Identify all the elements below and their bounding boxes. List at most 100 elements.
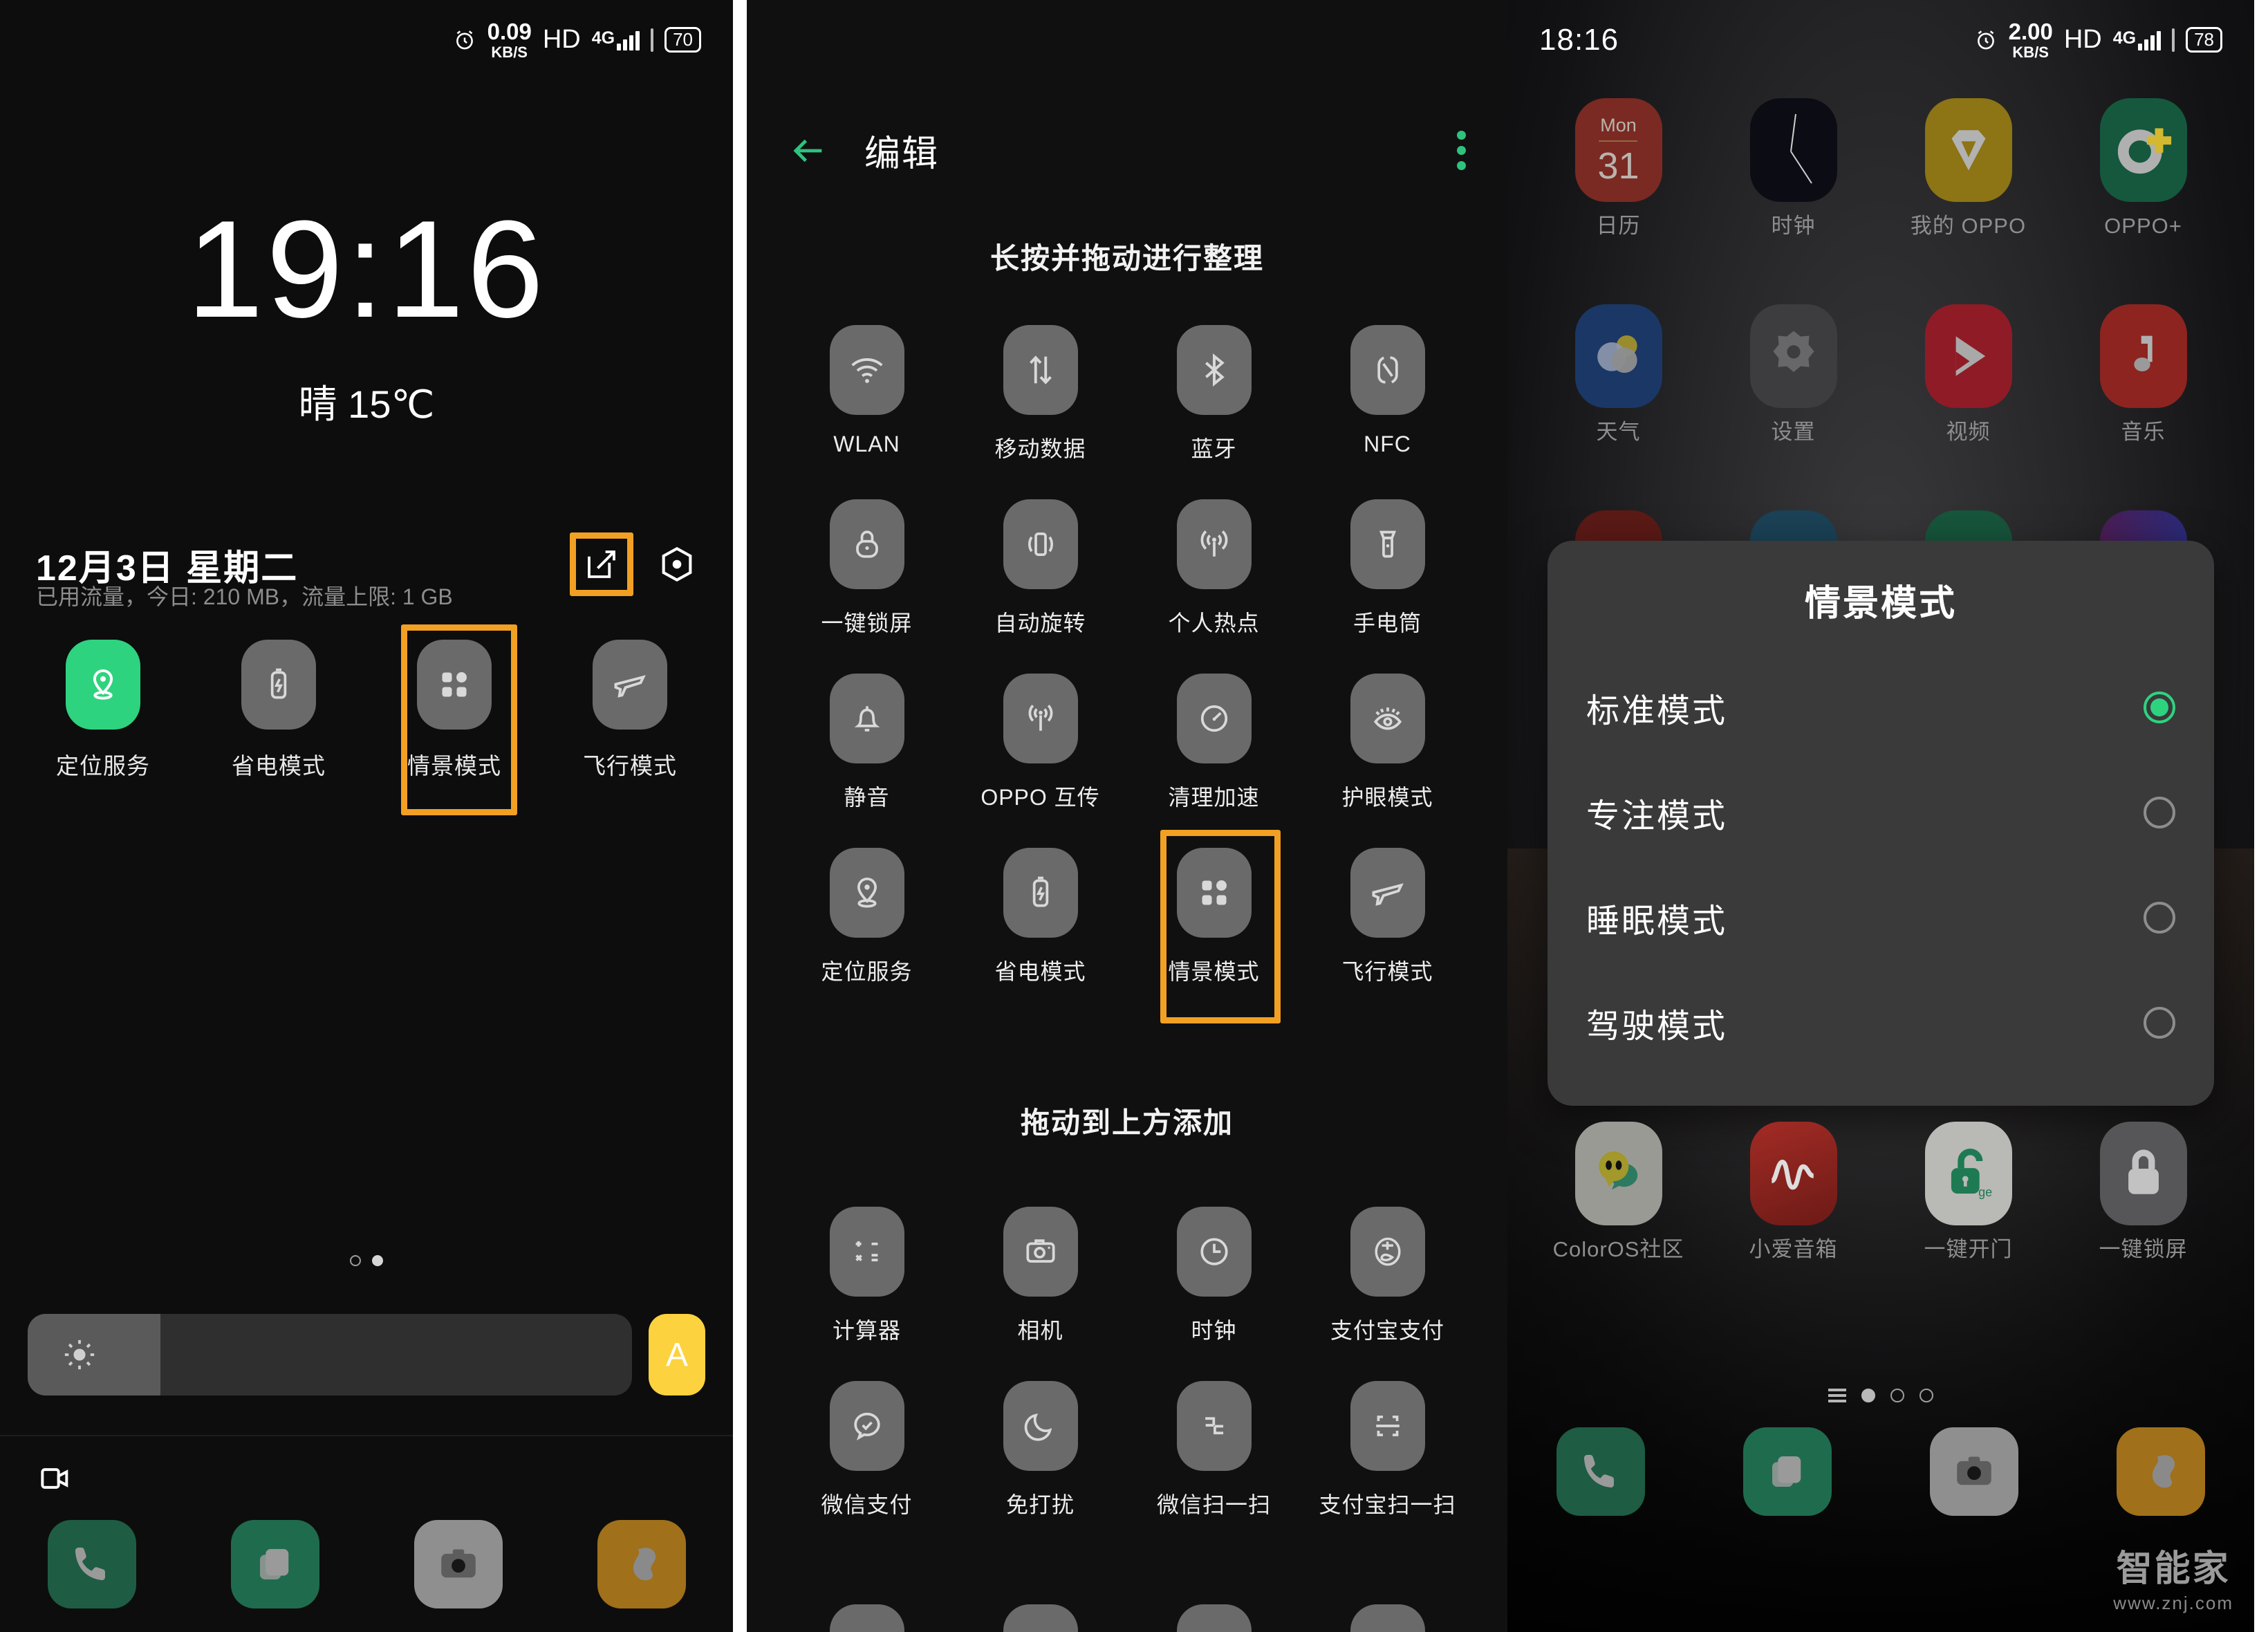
app-clock[interactable]: 时钟 — [1706, 98, 1881, 239]
status-bar-left: 0.09 KB/S HD 4G 70 — [0, 0, 733, 80]
tile-auto-rotate[interactable]: 自动旋转 — [954, 499, 1127, 638]
tile-wlan[interactable]: WLAN — [780, 325, 954, 463]
wifi-icon — [850, 358, 883, 383]
tile-camera-chip — [1003, 1207, 1078, 1297]
dialog-option-standard-radio[interactable] — [2144, 692, 2175, 723]
tile-airplane-mode-chip — [1350, 848, 1425, 938]
tile-speed-clean[interactable]: 清理加速 — [1127, 674, 1301, 812]
app-xiaoai-speaker[interactable]: 小爱音箱 — [1706, 1122, 1881, 1263]
tile-peek-chip[interactable] — [829, 1604, 904, 1632]
more-vertical-icon[interactable] — [1457, 131, 1466, 170]
app-oppo-plus[interactable]: OPPO+ — [2056, 98, 2231, 239]
tile-location[interactable]: 定位服务 — [780, 848, 954, 986]
lockscreen-weather: 晴 15℃ — [298, 382, 435, 426]
tile-peek-chip[interactable] — [1350, 1604, 1425, 1632]
network-speed-value: 2.00 — [2008, 18, 2053, 44]
camera-app[interactable] — [413, 1520, 503, 1608]
messages-app[interactable] — [230, 1520, 319, 1608]
tile-hotspot-chip — [1176, 499, 1252, 589]
tile-wechat-pay[interactable]: 微信支付 — [780, 1381, 954, 1519]
tile-alipay-pay[interactable]: 支付宝支付 — [1301, 1207, 1474, 1345]
dialog-option-sleep[interactable]: 睡眠模式 — [1547, 865, 2214, 970]
dialog-option-driving[interactable]: 驾驶模式 — [1547, 970, 2214, 1075]
app-one-tap-unlock[interactable]: ge 一键开门 — [1881, 1122, 2056, 1263]
tile-camera[interactable]: 相机 — [954, 1207, 1127, 1345]
tile-calculator[interactable]: 计算器 — [780, 1207, 954, 1345]
brightness-slider[interactable] — [28, 1314, 632, 1395]
tile-peek-chip[interactable] — [1003, 1604, 1078, 1632]
tile-airplane-mode-label: 飞行模式 — [1341, 959, 1433, 984]
tile-do-not-disturb[interactable]: 免打扰 — [954, 1381, 1127, 1519]
dialog-option-focus-radio[interactable] — [2144, 797, 2175, 828]
tile-nfc[interactable]: NFC — [1301, 325, 1474, 463]
home-page-dot — [1890, 1389, 1904, 1402]
dialog-option-driving-label: 驾驶模式 — [1586, 1008, 1728, 1045]
tile-wechat-scan[interactable]: 微信扫一扫 — [1127, 1381, 1301, 1519]
tile-lock-screen[interactable]: 一键锁屏 — [780, 499, 954, 638]
lockscreen-clock: 19:16 — [186, 192, 547, 346]
uc-browser-app[interactable] — [2117, 1427, 2205, 1516]
dialog-option-standard[interactable]: 标准模式 — [1547, 655, 2214, 760]
messages-app[interactable] — [1743, 1427, 1832, 1516]
dialog-option-focus[interactable]: 专注模式 — [1547, 760, 2214, 865]
tile-mute[interactable]: 静音 — [780, 674, 954, 812]
status-bar-icons: 2.00 KB/S HD 4G 78 — [1974, 20, 2222, 60]
tile-bluetooth[interactable]: 蓝牙 — [1127, 325, 1301, 463]
dialog-option-sleep-radio[interactable] — [2144, 902, 2175, 934]
app-coloros-community[interactable]: ColorOS社区 — [1531, 1122, 1706, 1263]
tile-clock[interactable]: 时钟 — [1127, 1207, 1301, 1345]
app-drawer-icon[interactable] — [1828, 1389, 1846, 1402]
phone-app[interactable] — [47, 1520, 136, 1608]
app-settings[interactable]: 设置 — [1706, 304, 1881, 445]
tile-speed-clean-label: 清理加速 — [1168, 785, 1260, 810]
tile-location-label: 定位服务 — [821, 959, 913, 984]
nfc-icon — [1377, 356, 1398, 384]
wechat-pay-icon — [853, 1412, 880, 1440]
tile-scene-mode[interactable]: 情景模式 — [1127, 830, 1301, 1023]
phone-app[interactable] — [1556, 1427, 1645, 1516]
app-one-tap-lock[interactable]: 一键锁屏 — [2056, 1122, 2231, 1263]
auto-brightness-button[interactable]: A — [649, 1314, 705, 1395]
tile-eye-care[interactable]: 护眼模式 — [1301, 674, 1474, 812]
calendar-app-icon: Mon 31 — [1574, 98, 1662, 202]
tile-hotspot[interactable]: 个人热点 — [1127, 499, 1301, 638]
uc-browser-app[interactable] — [597, 1520, 686, 1608]
tile-nfc-label: NFC — [1364, 432, 1411, 456]
app-calendar[interactable]: Mon 31 日历 — [1531, 98, 1706, 239]
page-title: 编辑 — [864, 134, 940, 174]
toggle-airplane-mode[interactable]: 飞行模式 — [555, 640, 705, 781]
clock-app-icon — [1749, 98, 1837, 202]
home-page-indicator[interactable] — [1507, 1389, 2254, 1402]
tile-oppo-share[interactable]: OPPO 互传 — [954, 674, 1127, 812]
app-music[interactable]: 音乐 — [2056, 304, 2231, 445]
app-settings-label: 设置 — [1771, 420, 1816, 444]
tile-mobile-data[interactable]: 移动数据 — [954, 325, 1127, 463]
signal-bars-icon — [617, 30, 640, 50]
toggle-battery-saver[interactable]: 省电模式 — [203, 640, 354, 781]
home-screen-panel: 18:16 2.00 KB/S HD 4G 78 Mon 31 日历 时钟 我的… — [1507, 0, 2254, 1632]
tile-bluetooth-label: 蓝牙 — [1191, 436, 1237, 461]
tile-battery-saver[interactable]: 省电模式 — [954, 848, 1127, 986]
flashlight-icon — [1379, 530, 1396, 558]
back-arrow-icon[interactable] — [788, 131, 828, 171]
tile-flashlight[interactable]: 手电筒 — [1301, 499, 1474, 638]
tile-alipay-scan[interactable]: 支付宝扫一扫 — [1301, 1381, 1474, 1519]
tile-flashlight-chip — [1350, 499, 1425, 589]
settings-icon[interactable] — [657, 544, 697, 584]
toggle-scene-mode[interactable]: 情景模式 — [379, 624, 530, 815]
edit-toggles-button[interactable] — [570, 532, 633, 596]
shade-page-dots[interactable] — [0, 1255, 733, 1266]
app-video[interactable]: 视频 — [1881, 304, 2056, 445]
tile-peek-chip[interactable] — [1176, 1604, 1252, 1632]
camera-app[interactable] — [1930, 1427, 2018, 1516]
app-my-oppo[interactable]: 我的 OPPO — [1881, 98, 2056, 239]
hotspot-icon — [1200, 530, 1227, 557]
toggle-location[interactable]: 定位服务 — [28, 640, 178, 781]
screen-record-icon[interactable] — [36, 1459, 75, 1498]
signal-bars-icon — [2138, 30, 2162, 50]
tile-airplane-mode[interactable]: 飞行模式 — [1301, 848, 1474, 986]
unlock-icon: ge — [1951, 1148, 1992, 1199]
auto-rotate-icon — [1028, 532, 1053, 557]
dialog-option-driving-radio[interactable] — [2144, 1007, 2175, 1039]
app-weather[interactable]: 天气 — [1531, 304, 1706, 445]
